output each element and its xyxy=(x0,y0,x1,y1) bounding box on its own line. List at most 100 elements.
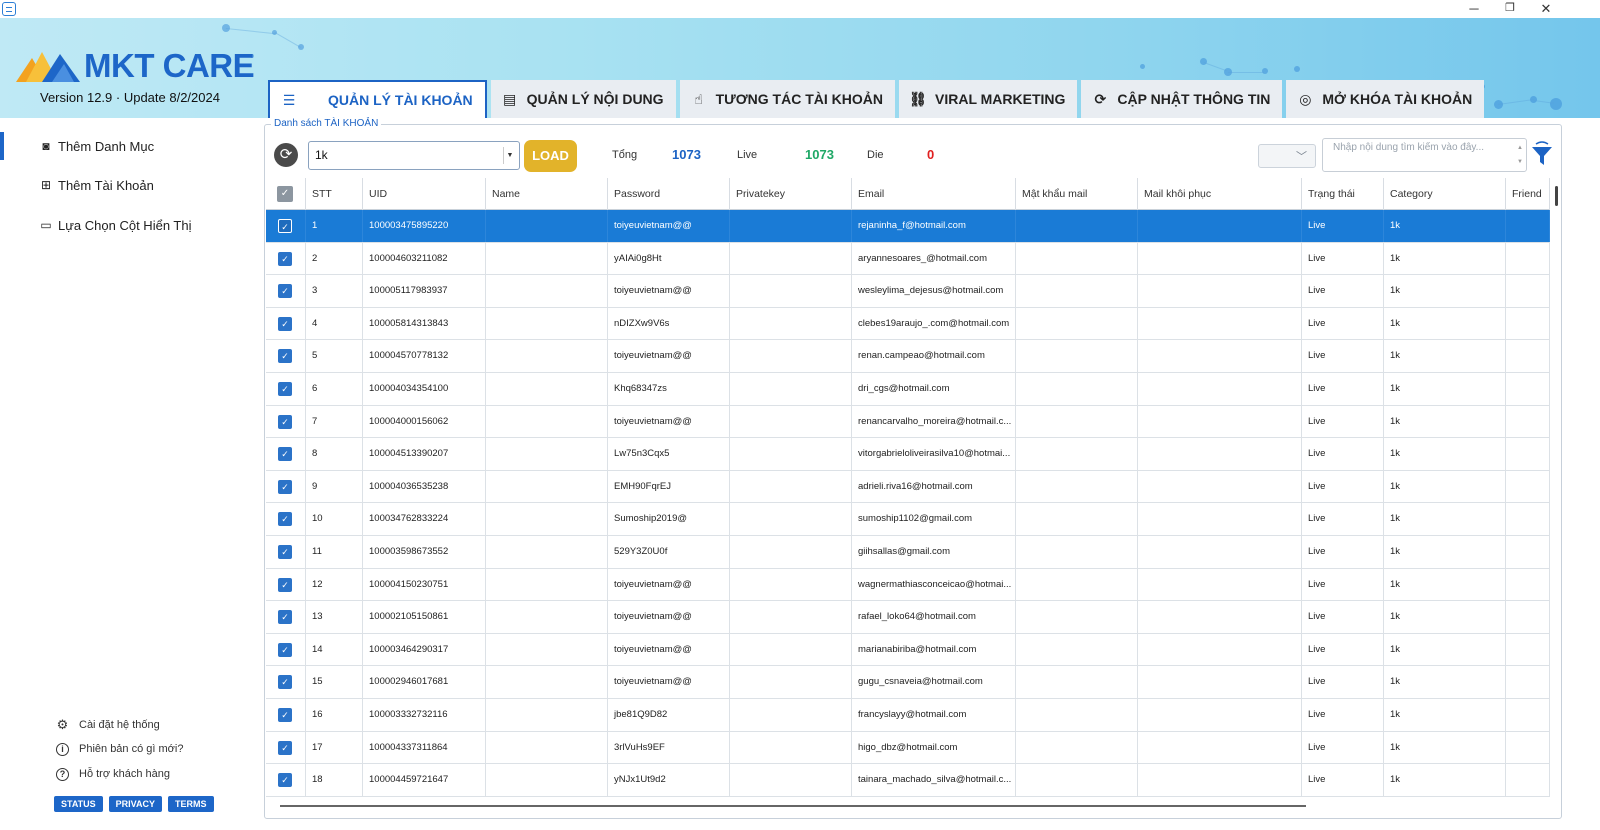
column-header-uid[interactable]: UID xyxy=(363,178,486,210)
cell-name[interactable] xyxy=(486,503,608,536)
row-checkbox[interactable]: ✓ xyxy=(278,219,292,233)
sidebar-item-add-category[interactable]: ◙ Thêm Danh Mục xyxy=(38,136,154,156)
row-select-cell[interactable]: ✓ xyxy=(266,731,306,764)
cell-category[interactable]: 1k xyxy=(1384,438,1506,471)
refresh-icon[interactable]: ⟳ xyxy=(274,143,298,167)
cell-uid[interactable]: 100003475895220 xyxy=(363,210,486,242)
restore-button[interactable]: ❐ xyxy=(1492,0,1528,18)
cell-category[interactable]: 1k xyxy=(1384,536,1506,568)
cell-friend[interactable] xyxy=(1506,731,1550,764)
row-checkbox[interactable]: ✓ xyxy=(278,479,292,494)
cell-category[interactable]: 1k xyxy=(1384,210,1506,242)
cell-privatekey[interactable] xyxy=(730,503,852,536)
cell-status[interactable]: Live xyxy=(1302,405,1384,438)
cell-name[interactable] xyxy=(486,536,608,568)
cell-category[interactable]: 1k xyxy=(1384,405,1506,438)
column-header-mail-pass[interactable]: Mật khẩu mail xyxy=(1016,178,1138,210)
cell-status[interactable]: Live xyxy=(1302,470,1384,503)
table-row[interactable]: ✓ 15 100002946017681 toiyeuvietnam@@ gugu_cs… xyxy=(266,666,1550,699)
cell-privatekey[interactable] xyxy=(730,764,852,797)
cell-mail-recovery[interactable] xyxy=(1138,340,1302,373)
table-row[interactable]: ✓ 17 100004337311864 3rlVuHs9EF higo_dbz@hot… xyxy=(266,731,1550,765)
column-header-password[interactable]: Password xyxy=(608,178,730,210)
cell-category[interactable]: 1k xyxy=(1384,568,1506,601)
cell-mail-recovery[interactable] xyxy=(1138,275,1302,308)
cell-status[interactable]: Live xyxy=(1302,275,1384,308)
tab-unlock-account[interactable]: ◎ MỞ KHÓA TÀI KHOẢN xyxy=(1286,80,1485,118)
cell-password[interactable]: yAIAi0g8Ht xyxy=(608,242,730,275)
cell-name[interactable] xyxy=(486,731,608,764)
row-checkbox[interactable]: ✓ xyxy=(278,251,292,266)
cell-mail-recovery[interactable] xyxy=(1138,503,1302,536)
cell-stt[interactable]: 10 xyxy=(306,503,363,536)
cell-friend[interactable] xyxy=(1506,699,1550,731)
cell-status[interactable]: Live xyxy=(1302,568,1384,601)
row-checkbox[interactable]: ✓ xyxy=(278,545,292,559)
cell-password[interactable]: Khq68347zs xyxy=(608,373,730,405)
cell-mail-recovery[interactable] xyxy=(1138,731,1302,764)
cell-category[interactable]: 1k xyxy=(1384,340,1506,373)
cell-uid[interactable]: 100005117983937 xyxy=(363,275,486,308)
cell-email[interactable]: renancarvalho_moreira@hotmail.c... xyxy=(852,405,1016,438)
cell-name[interactable] xyxy=(486,666,608,699)
cell-friend[interactable] xyxy=(1506,503,1550,536)
cell-privatekey[interactable] xyxy=(730,373,852,405)
cell-friend[interactable] xyxy=(1506,373,1550,405)
cell-mail-recovery[interactable] xyxy=(1138,666,1302,699)
whats-new-link[interactable]: i Phiên bản có gì mới? xyxy=(56,741,183,757)
cell-mail-recovery[interactable] xyxy=(1138,405,1302,438)
vertical-scrollbar[interactable] xyxy=(1555,186,1558,206)
terms-button[interactable]: TERMS xyxy=(168,796,214,812)
cell-email[interactable]: higo_dbz@hotmail.com xyxy=(852,731,1016,764)
cell-mail-recovery[interactable] xyxy=(1138,307,1302,340)
row-select-cell[interactable]: ✓ xyxy=(266,242,306,275)
cell-privatekey[interactable] xyxy=(730,275,852,308)
cell-status[interactable]: Live xyxy=(1302,307,1384,340)
cell-category[interactable]: 1k xyxy=(1384,242,1506,275)
cell-uid[interactable]: 100002946017681 xyxy=(363,666,486,699)
cell-friend[interactable] xyxy=(1506,568,1550,601)
column-header-privatekey[interactable]: Privatekey xyxy=(730,178,852,210)
sidebar-item-select-columns[interactable]: ▭ Lựa Chọn Cột Hiển Thị xyxy=(38,215,191,235)
cell-privatekey[interactable] xyxy=(730,340,852,373)
customer-support-link[interactable]: ? Hỗ trợ khách hàng xyxy=(56,766,170,782)
table-row[interactable]: ✓ 10 100034762833224 Sumoship2019@ sumoship1… xyxy=(266,503,1550,536)
cell-email[interactable]: marianabiriba@hotmail.com xyxy=(852,633,1016,666)
cell-privatekey[interactable] xyxy=(730,699,852,731)
horizontal-scrollbar[interactable] xyxy=(280,805,1306,807)
cell-email[interactable]: vitorgabrieloliveirasilva10@hotmai... xyxy=(852,438,1016,471)
cell-mail-pass[interactable] xyxy=(1016,340,1138,373)
cell-status[interactable]: Live xyxy=(1302,633,1384,666)
column-header-friend[interactable]: Friend xyxy=(1506,178,1550,210)
table-row[interactable]: ✓ 18 100004459721647 yNJx1Ut9d2 tainara_mach… xyxy=(266,764,1550,797)
cell-friend[interactable] xyxy=(1506,307,1550,340)
cell-name[interactable] xyxy=(486,764,608,797)
cell-stt[interactable]: 18 xyxy=(306,764,363,797)
cell-email[interactable]: wesleylima_dejesus@hotmail.com xyxy=(852,275,1016,308)
header-select-all[interactable]: ✓ xyxy=(266,178,306,210)
cell-status[interactable]: Live xyxy=(1302,536,1384,568)
cell-password[interactable]: toiyeuvietnam@@ xyxy=(608,275,730,308)
cell-password[interactable]: toiyeuvietnam@@ xyxy=(608,666,730,699)
row-checkbox[interactable]: ✓ xyxy=(278,740,292,755)
cell-name[interactable] xyxy=(486,601,608,634)
row-checkbox[interactable]: ✓ xyxy=(278,447,292,462)
cell-uid[interactable]: 100004000156062 xyxy=(363,405,486,438)
cell-category[interactable]: 1k xyxy=(1384,470,1506,503)
cell-privatekey[interactable] xyxy=(730,633,852,666)
cell-status[interactable]: Live xyxy=(1302,666,1384,699)
tab-account-management[interactable]: ☰ QUẢN LÝ TÀI KHOẢN xyxy=(268,80,487,118)
cell-friend[interactable] xyxy=(1506,210,1550,242)
cell-password[interactable]: toiyeuvietnam@@ xyxy=(608,568,730,601)
cell-status[interactable]: Live xyxy=(1302,340,1384,373)
cell-status[interactable]: Live xyxy=(1302,731,1384,764)
cell-category[interactable]: 1k xyxy=(1384,666,1506,699)
cell-mail-pass[interactable] xyxy=(1016,438,1138,471)
row-select-cell[interactable]: ✓ xyxy=(266,275,306,308)
row-checkbox[interactable]: ✓ xyxy=(278,675,292,690)
cell-uid[interactable]: 100005814313843 xyxy=(363,307,486,340)
cell-category[interactable]: 1k xyxy=(1384,731,1506,764)
table-row[interactable]: ✓ 13 100002105150861 toiyeuvietnam@@ rafael_… xyxy=(266,601,1550,634)
cell-email[interactable]: tainara_machado_silva@hotmail.c... xyxy=(852,764,1016,797)
cell-friend[interactable] xyxy=(1506,601,1550,634)
